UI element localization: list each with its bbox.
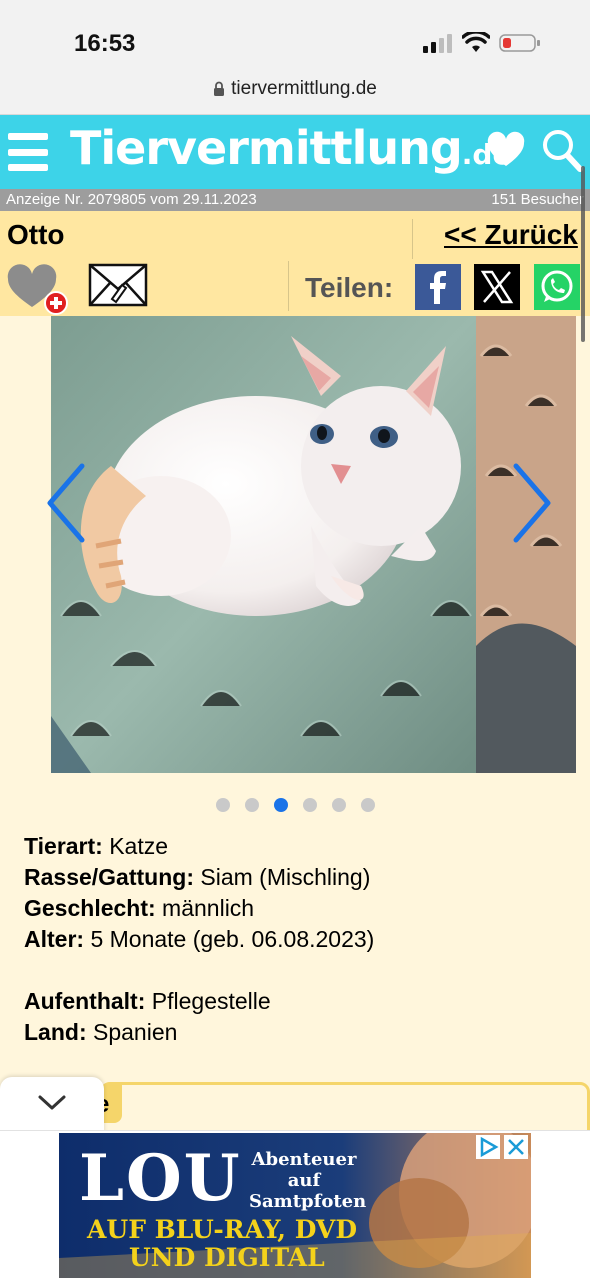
detail-label: Tierart: xyxy=(24,833,103,859)
pagination-dot[interactable] xyxy=(331,798,346,812)
ad-headline-1: AUF BLU-RAY, DVD xyxy=(87,1215,358,1244)
pet-name: Otto xyxy=(7,219,65,250)
gallery-pagination xyxy=(0,798,590,812)
divider xyxy=(288,261,289,311)
detail-age: Alter: 5 Monate (geb. 06.08.2023) xyxy=(24,924,374,955)
pagination-dot[interactable] xyxy=(360,798,375,812)
whatsapp-icon[interactable] xyxy=(534,264,580,310)
site-header: Tiervermittlung.de xyxy=(0,115,590,189)
chevron-down-icon xyxy=(38,1095,66,1110)
heart-icon[interactable] xyxy=(486,131,526,171)
ad-number: Anzeige Nr. 2079805 vom 29.11.2023 xyxy=(6,191,257,208)
detail-value: Katze xyxy=(109,833,169,859)
ad-choices-icon[interactable] xyxy=(476,1135,500,1159)
detail-value: 5 Monate (geb. 06.08.2023) xyxy=(90,926,375,952)
detail-sex: Geschlecht: männlich xyxy=(24,893,374,924)
ad-tagline: Abenteuer auf Samtpfoten xyxy=(249,1149,367,1212)
previous-arrow-icon[interactable] xyxy=(44,460,88,546)
detail-label: Rasse/Gattung: xyxy=(24,864,194,890)
detail-location: Aufenthalt: Pflegestelle xyxy=(24,986,374,1017)
signal-icon xyxy=(423,34,452,53)
x-icon[interactable] xyxy=(474,264,520,310)
detail-value: Siam (Mischling) xyxy=(200,864,371,890)
pagination-dot[interactable] xyxy=(215,798,230,812)
contact-mail-icon[interactable] xyxy=(88,263,148,307)
search-icon[interactable] xyxy=(540,127,584,175)
pet-photo xyxy=(51,316,476,773)
add-favorite-icon[interactable] xyxy=(6,263,68,315)
pagination-dot[interactable] xyxy=(302,798,317,812)
detail-value: Pflegestelle xyxy=(151,988,271,1014)
battery-low-icon xyxy=(499,34,540,52)
detail-species: Tierart: Katze xyxy=(24,831,374,862)
pet-details: Tierart: Katze Rasse/Gattung: Siam (Misc… xyxy=(24,831,374,1048)
url-bar[interactable]: tiervermittlung.de xyxy=(0,78,590,100)
menu-icon[interactable] xyxy=(8,133,48,171)
detail-label: Geschlecht: xyxy=(24,895,156,921)
detail-country: Land: Spanien xyxy=(24,1017,374,1048)
detail-label: Aufenthalt: xyxy=(24,988,146,1014)
scrollbar[interactable] xyxy=(581,166,585,342)
pagination-dot[interactable] xyxy=(244,798,259,812)
ad-logo: LOU xyxy=(79,1141,242,1216)
detail-label: Alter: xyxy=(24,926,85,952)
url-text: tiervermittlung.de xyxy=(231,78,377,99)
ad-banner[interactable]: LOU Abenteuer auf Samtpfoten AUF BLU-RAY… xyxy=(59,1133,531,1278)
pagination-dot-active[interactable] xyxy=(273,798,288,812)
wifi-icon xyxy=(462,32,490,52)
close-icon[interactable] xyxy=(504,1135,528,1159)
lock-icon xyxy=(214,81,225,96)
share-label: Teilen: xyxy=(305,272,394,303)
listing-header: Otto << Zurück Teilen: xyxy=(0,211,590,316)
back-link[interactable]: << Zurück xyxy=(444,219,578,251)
site-logo[interactable]: Tiervermittlung.de xyxy=(70,121,511,175)
brand-main: Tiervermittlung xyxy=(70,121,463,175)
info-strip: Anzeige Nr. 2079805 vom 29.11.2023 151 B… xyxy=(0,189,590,211)
status-bar: 16:53 tiervermittlung.de xyxy=(0,0,590,115)
detail-breed: Rasse/Gattung: Siam (Mischling) xyxy=(24,862,374,893)
clock: 16:53 xyxy=(74,30,136,57)
facebook-icon[interactable] xyxy=(415,264,461,310)
divider xyxy=(412,219,413,259)
photo-gallery[interactable] xyxy=(51,316,576,773)
collapse-ad-button[interactable] xyxy=(0,1077,104,1135)
detail-value: Spanien xyxy=(93,1019,178,1045)
detail-label: Land: xyxy=(24,1019,87,1045)
visitor-count: 151 Besucher xyxy=(491,191,584,208)
detail-value: männlich xyxy=(162,895,255,921)
next-arrow-icon[interactable] xyxy=(510,460,554,546)
ad-headline-2: UND DIGITAL xyxy=(129,1243,325,1272)
